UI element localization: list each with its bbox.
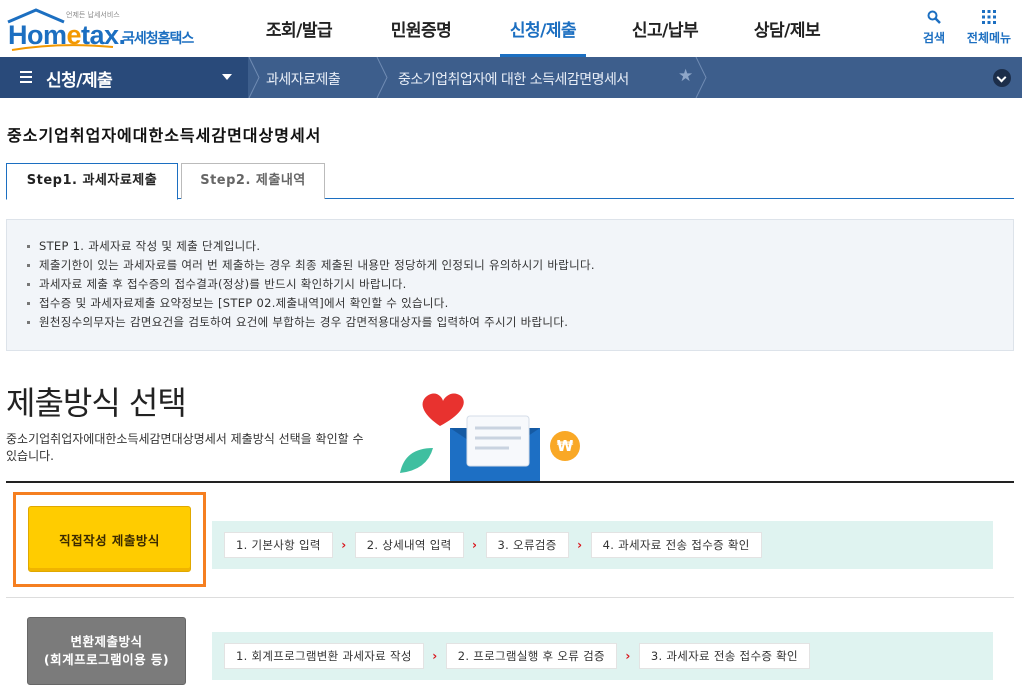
global-nav: 조회/발급 민원증명 신청/제출 신고/납부 상담/제보 — [238, 0, 848, 57]
all-menu-button[interactable]: 전체메뉴 — [962, 10, 1016, 46]
breadcrumb-home-label: 신청/제출 — [46, 71, 113, 91]
breadcrumb-separator-icon — [376, 57, 388, 98]
nav-consult-tip[interactable]: 상담/제보 — [726, 0, 848, 57]
nav-apply-submit[interactable]: 신청/제출 — [482, 0, 604, 57]
method-divider — [6, 597, 1014, 598]
notice-item: 과세자료 제출 후 접수증의 접수결과(정상)를 반드시 확인하기시 바랍니다. — [27, 275, 1013, 294]
direct-method-flow: 1. 기본사항 입력 › 2. 상세내역 입력 › 3. 오류검증 › 4. 과… — [212, 521, 993, 569]
envelope-illustration-icon: ₩ — [400, 393, 580, 483]
search-label: 검색 — [922, 31, 946, 45]
grid-menu-icon — [982, 10, 996, 24]
chevron-down-circle-icon[interactable] — [993, 69, 1011, 87]
section-divider — [6, 481, 1014, 483]
breadcrumb-item-tax-data[interactable]: 과세자료제출 — [266, 69, 341, 89]
svg-text:₩: ₩ — [557, 437, 574, 455]
direct-write-method-button[interactable]: 직접작성 제출방식 — [28, 506, 191, 572]
favorite-star-icon[interactable]: ★ — [678, 66, 693, 86]
breadcrumb-separator-icon — [695, 57, 707, 98]
search-icon — [927, 10, 941, 24]
chevron-right-icon: › — [432, 649, 438, 663]
nav-certificates[interactable]: 민원증명 — [360, 0, 482, 57]
conversion-method-label: 변환제출방식 — [70, 634, 143, 649]
flow-step: 1. 회계프로그램변환 과세자료 작성 — [224, 643, 424, 669]
flow-step: 2. 프로그램실행 후 오류 검증 — [445, 643, 617, 669]
flow-step: 2. 상세내역 입력 — [354, 532, 464, 558]
nav-inquiry-issue[interactable]: 조회/발급 — [238, 0, 360, 57]
nav-report-pay[interactable]: 신고/납부 — [604, 0, 726, 57]
chevron-right-icon: › — [625, 649, 631, 663]
flow-step: 4. 과세자료 전송 접수증 확인 — [590, 532, 762, 558]
notice-item: 원천징수의무자는 감면요건을 검토하여 요건에 부합하는 경우 감면적용대상자를… — [27, 313, 1013, 332]
chevron-right-icon: › — [472, 538, 477, 552]
all-menu-label: 전체메뉴 — [966, 31, 1012, 45]
notice-item: 제출기한이 있는 과세자료를 여러 번 제출하는 경우 최종 제출된 내용만 정… — [27, 256, 1013, 275]
top-header: 언제든 납세서비스 Hometax. 국세청홈택스 조회/발급 민원증명 신청/… — [0, 0, 1022, 57]
flow-step: 3. 오류검증 — [485, 532, 569, 558]
tab-step1-submit[interactable]: Step1. 과세자료제출 — [6, 163, 178, 200]
logo-korean-name: 국세청홈택스 — [122, 31, 194, 47]
conversion-method-sublabel: (회계프로그램이용 등) — [43, 652, 170, 667]
breadcrumb-item-current[interactable]: 중소기업취업자에 대한 소득세감면명세서 — [398, 69, 629, 89]
chevron-right-icon: › — [341, 538, 347, 552]
chevron-right-icon: › — [577, 538, 583, 552]
section-title: 제출방식 선택 — [6, 384, 187, 422]
notice-item: 접수증 및 과세자료제출 요약정보는 [STEP 02.제출내역]에서 확인할 … — [27, 294, 1013, 313]
flow-step: 3. 과세자료 전송 접수증 확인 — [638, 643, 810, 669]
search-button[interactable]: 검색 — [919, 10, 949, 46]
conversion-method-flow: 1. 회계프로그램변환 과세자료 작성 › 2. 프로그램실행 후 오류 검증 … — [212, 632, 993, 680]
notice-box: STEP 1. 과세자료 작성 및 제출 단계입니다. 제출기한이 있는 과세자… — [6, 219, 1014, 351]
step-tabs: Step1. 과세자료제출 Step2. 제출내역 — [6, 163, 1014, 200]
notice-item: STEP 1. 과세자료 작성 및 제출 단계입니다. — [27, 237, 1013, 256]
hamburger-icon — [20, 71, 32, 83]
hometax-logo[interactable]: 언제든 납세서비스 Hometax. 국세청홈택스 — [6, 6, 206, 52]
page-title: 중소기업취업자에대한소득세감면대상명세서 — [7, 126, 322, 145]
flow-step: 1. 기본사항 입력 — [224, 532, 333, 558]
tab-step2-history[interactable]: Step2. 제출내역 — [181, 163, 325, 199]
conversion-method-button[interactable]: 변환제출방식 (회계프로그램이용 등) — [27, 617, 186, 685]
section-description: 중소기업취업자에대한소득세감면대상명세서 제출방식 선택을 확인할 수 있습니다… — [6, 432, 364, 463]
breadcrumb-separator-icon — [248, 57, 260, 98]
logo-swoosh-icon — [11, 44, 114, 51]
logo-tagline: 언제든 납세서비스 — [66, 11, 120, 19]
caret-down-icon — [222, 74, 232, 80]
breadcrumb-home-dropdown[interactable]: 신청/제출 — [0, 57, 248, 98]
breadcrumb-bar: 신청/제출 과세자료제출 중소기업취업자에 대한 소득세감면명세서 ★ — [0, 57, 1022, 98]
